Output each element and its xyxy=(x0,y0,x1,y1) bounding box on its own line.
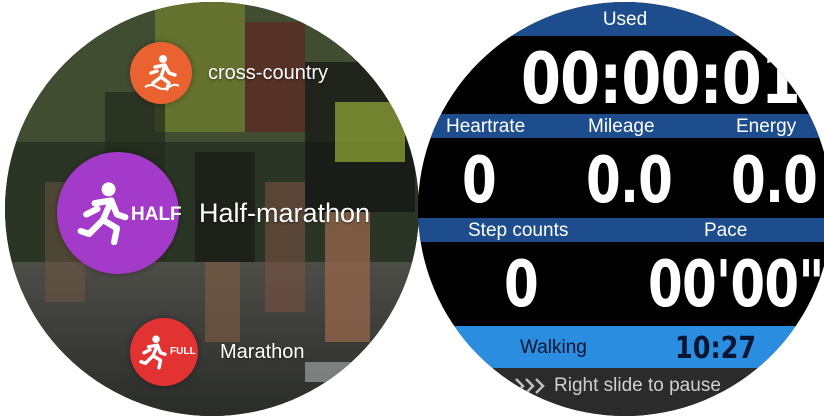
mileage-value: 0.0 xyxy=(586,144,673,218)
sport-label-half-marathon: Half-marathon xyxy=(199,197,371,228)
running-full-icon: FULL xyxy=(130,318,198,386)
sport-item-half-marathon[interactable]: HALF Half-marathon xyxy=(57,152,370,274)
mode-bar: Walking 10:27 xyxy=(418,326,824,368)
mileage-label: Mileage xyxy=(588,116,655,137)
slide-to-pause-bar[interactable]: Right slide to pause xyxy=(418,368,824,416)
used-label: Used xyxy=(602,9,648,30)
sport-select-screen: cross-country HALF Half-marathon FULL Ma… xyxy=(5,2,419,416)
clock-time: 10:27 xyxy=(675,331,757,366)
pace-value: 00'00" xyxy=(648,248,824,322)
sport-item-marathon[interactable]: FULL Marathon xyxy=(130,318,305,386)
heartrate-value: 0 xyxy=(462,144,497,218)
chevrons-right-icon xyxy=(515,378,545,394)
running-half-icon: HALF xyxy=(57,152,182,274)
metrics-label-band: Heartrate Mileage Energy xyxy=(418,114,824,138)
steps-pace-label-band: Step counts Pace xyxy=(418,218,824,242)
step-count-value: 0 xyxy=(504,248,539,322)
workout-mode-label: Walking xyxy=(520,337,587,358)
elapsed-time: 00:00:01 xyxy=(521,38,801,120)
used-band: Used xyxy=(418,2,824,36)
sport-item-cross-country[interactable]: cross-country xyxy=(130,42,328,104)
sport-label-marathon: Marathon xyxy=(220,340,305,363)
slide-to-pause-hint: Right slide to pause xyxy=(554,375,721,396)
sport-label-cross-country: cross-country xyxy=(208,61,329,84)
workout-stats-screen: Used 00:00:01 Heartrate Mileage Energy 0… xyxy=(418,2,824,416)
energy-label: Energy xyxy=(736,116,797,137)
half-badge: HALF xyxy=(131,204,182,225)
pace-label: Pace xyxy=(704,220,748,241)
heartrate-label: Heartrate xyxy=(446,116,526,137)
running-trail-icon xyxy=(130,42,192,104)
energy-value: 0.0 xyxy=(731,144,818,218)
full-badge: FULL xyxy=(170,346,196,357)
step-counts-label: Step counts xyxy=(468,220,569,241)
